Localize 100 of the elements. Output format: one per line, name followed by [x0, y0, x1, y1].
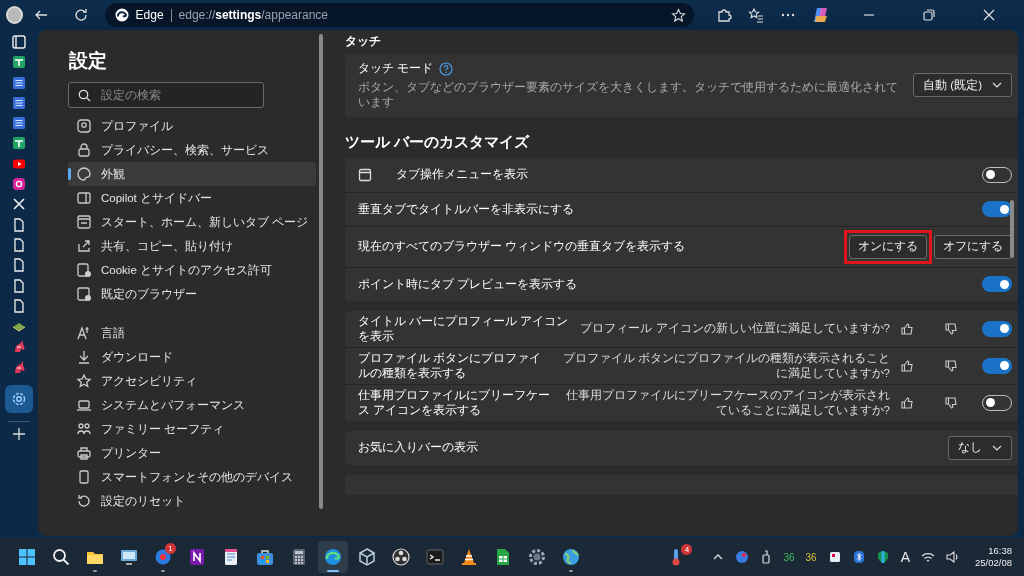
restore-icon[interactable]	[922, 8, 936, 22]
sheet-icon	[11, 135, 27, 152]
plus-icon[interactable]	[12, 426, 26, 441]
edge-logo-icon	[114, 8, 129, 22]
shopping-bag-icon[interactable]	[255, 547, 275, 567]
thumbs-up-icon[interactable]	[900, 358, 914, 373]
close-icon[interactable]	[982, 8, 996, 22]
document-icon	[11, 94, 27, 111]
nav-item[interactable]: 外観	[68, 162, 316, 186]
sheet-icon	[11, 54, 27, 71]
refresh-icon[interactable]	[72, 7, 89, 23]
toggle-switch[interactable]	[982, 276, 1012, 293]
page-icon	[76, 214, 92, 230]
dropdown[interactable]: 自動 (既定)	[913, 73, 1012, 98]
scrollbar[interactable]	[1010, 200, 1014, 258]
vertical-tab[interactable]	[5, 385, 33, 414]
document-icon	[11, 115, 27, 132]
toggle-switch[interactable]	[982, 201, 1012, 218]
tray-app-icon[interactable]	[827, 550, 842, 564]
clock-date[interactable]: 25/02/08	[975, 557, 1012, 569]
family-icon	[76, 421, 92, 437]
gear-icon[interactable]	[527, 547, 547, 567]
copilot-icon[interactable]	[812, 6, 830, 24]
traffic-cone-icon[interactable]	[459, 547, 479, 567]
help-icon[interactable]	[439, 61, 454, 76]
app-tray-icon[interactable]	[735, 550, 750, 564]
window-icon	[358, 167, 372, 182]
wifi-icon[interactable]	[921, 551, 935, 563]
feedback-question: 仕事用プロファイルにブリーフケースのアイコンが表示されていることに満足していますか?	[565, 387, 890, 418]
nav-item[interactable]: ダウンロード	[68, 345, 316, 369]
dropdown[interactable]: なし	[948, 435, 1012, 460]
star-icon[interactable]	[671, 7, 686, 23]
feedback-question: プロファイル ボタンにプロファイルの種類が表示されることに満足していますか?	[561, 350, 890, 381]
nav-item[interactable]: 言語	[68, 321, 316, 345]
nav-item[interactable]: アクセシビリティ	[68, 369, 316, 393]
thumbs-down-icon[interactable]	[944, 321, 958, 336]
nav-item[interactable]: Cookie とサイトのアクセス許可	[68, 258, 316, 282]
tray-reading[interactable]: 36	[783, 551, 795, 563]
nav-item[interactable]: Copilot とサイドバー	[68, 186, 316, 210]
windows-logo-icon[interactable]	[17, 547, 37, 567]
terminal-icon[interactable]	[425, 547, 445, 567]
share-icon	[76, 238, 92, 254]
chat-bubble-icon[interactable]	[153, 547, 173, 567]
tray-reading[interactable]: 36	[805, 551, 817, 563]
toggle-switch[interactable]	[982, 320, 1012, 337]
search-field[interactable]: 設定の検索	[68, 82, 264, 108]
bluetooth-icon[interactable]	[852, 550, 865, 564]
speaker-icon[interactable]	[946, 551, 960, 563]
thumbs-down-icon[interactable]	[944, 358, 958, 373]
star-person-icon	[76, 373, 92, 389]
notification-count: 4	[681, 544, 693, 555]
favorites-icon[interactable]	[748, 7, 764, 23]
section-heading: タッチ	[345, 34, 382, 49]
profile-icon	[76, 118, 92, 134]
nav-item[interactable]: プリンター	[68, 441, 316, 465]
nav-item[interactable]: スタート、ホーム、新しいタブ ページ	[68, 210, 316, 234]
monitor-icon[interactable]	[119, 547, 139, 567]
taskbar-app[interactable]	[318, 541, 348, 573]
language-icon	[76, 325, 92, 341]
setting-label: 現在のすべてのブラウザー ウィンドウの垂直タブを表示する	[358, 239, 687, 255]
printer-icon	[76, 445, 92, 461]
thumbs-up-icon[interactable]	[900, 321, 914, 336]
section-heading: ツール バーのカスタマイズ	[345, 132, 531, 152]
nav-item[interactable]: プロファイル	[68, 114, 316, 138]
scrollbar[interactable]	[319, 34, 323, 509]
nav-item[interactable]: プライバシー、検索、サービス	[68, 138, 316, 162]
cube-icon[interactable]	[357, 547, 377, 567]
nav-item[interactable]: システムとパフォーマンス	[68, 393, 316, 417]
thumbs-down-icon[interactable]	[944, 395, 958, 410]
globe-icon[interactable]	[561, 547, 581, 567]
taskbar-app[interactable]: 1	[148, 541, 178, 573]
thumbs-up-icon[interactable]	[900, 395, 914, 410]
setting-label: 仕事用プロファイルにブリーフケース アイコンを表示する	[358, 387, 550, 418]
camera-icon	[11, 176, 27, 193]
action-button[interactable]: オフにする	[934, 234, 1012, 259]
site-label: Edge	[135, 8, 164, 22]
usb-drive-icon[interactable]	[760, 550, 773, 564]
setting-label: タッチ モード	[358, 61, 434, 76]
nav-item[interactable]: 既定のブラウザー	[68, 282, 316, 306]
palette-icon	[76, 166, 92, 182]
notebook-icon[interactable]	[187, 547, 207, 567]
edge-browser-icon[interactable]	[323, 547, 343, 567]
input-indicator[interactable]: A	[900, 549, 910, 565]
search-icon	[78, 89, 91, 102]
page-icon	[11, 216, 27, 233]
page-icon	[11, 277, 27, 294]
setting-description: ボタン、タブなどのブラウザー要素のサイズを大きくします。タッチで使用するために最適化されています	[358, 80, 899, 110]
record-circle-icon[interactable]	[391, 547, 411, 567]
nav-item[interactable]: スマートフォンとその他のデバイス	[68, 465, 316, 489]
search-icon[interactable]	[51, 547, 71, 567]
puzzle-icon[interactable]	[716, 7, 732, 23]
address-bar[interactable]: Edge edge://settings/appearance	[104, 3, 694, 27]
shield-icon[interactable]	[875, 550, 890, 564]
action-button[interactable]: オンにする	[849, 234, 927, 259]
toggle-switch[interactable]	[982, 357, 1012, 374]
nav-item[interactable]: 設定のリセット	[68, 489, 316, 513]
profile-avatar[interactable]	[6, 6, 23, 24]
nav-item[interactable]: 共有、コピー、貼り付け	[68, 234, 316, 258]
nav-item[interactable]: ファミリー セーフティ	[68, 417, 316, 441]
clock-time[interactable]: 16:38	[988, 545, 1012, 557]
